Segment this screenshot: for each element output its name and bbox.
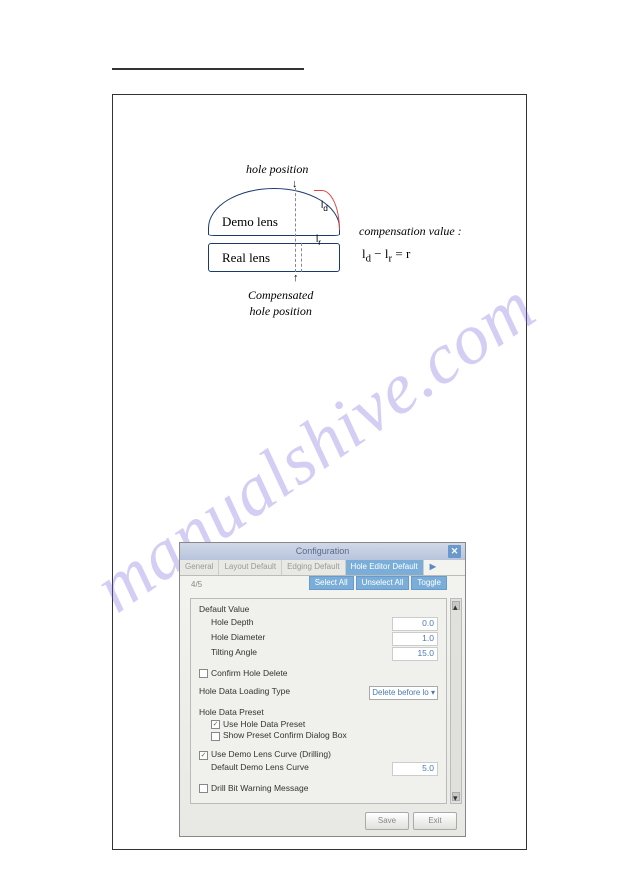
save-button[interactable]: Save bbox=[365, 812, 409, 830]
confirm-delete-label: Confirm Hole Delete bbox=[211, 668, 288, 678]
exit-button[interactable]: Exit bbox=[413, 812, 457, 830]
show-confirm-checkbox[interactable] bbox=[211, 732, 220, 741]
tilting-angle-input[interactable]: 15.0 bbox=[392, 647, 438, 661]
sub-button-row: Select All Unselect All Toggle bbox=[180, 576, 465, 590]
loading-type-label: Hole Data Loading Type bbox=[199, 686, 290, 699]
hole-position-label: hole position bbox=[246, 162, 308, 177]
page-indicator: 4/5 bbox=[191, 580, 202, 589]
tab-next-icon[interactable]: ▶ bbox=[424, 560, 442, 575]
dialog-content: Default Value Hole Depth 0.0 Hole Diamete… bbox=[190, 598, 447, 804]
tilting-angle-label: Tilting Angle bbox=[211, 647, 257, 661]
tab-layout-default[interactable]: Layout Default bbox=[219, 560, 282, 575]
compensated-position-label: Compensatedhole position bbox=[248, 288, 313, 319]
hole-depth-input[interactable]: 0.0 bbox=[392, 617, 438, 631]
loading-type-dropdown[interactable]: Delete before lo ▾ bbox=[369, 686, 438, 699]
use-demo-curve-checkbox[interactable]: ✓ bbox=[199, 751, 208, 760]
confirm-delete-checkbox[interactable] bbox=[199, 669, 208, 678]
unselect-all-button[interactable]: Unselect All bbox=[356, 576, 410, 590]
use-demo-curve-label: Use Demo Lens Curve (Drilling) bbox=[211, 749, 331, 759]
toggle-button[interactable]: Toggle bbox=[411, 576, 447, 590]
close-icon[interactable]: ✕ bbox=[448, 545, 461, 558]
dialog-titlebar: Configuration ✕ bbox=[180, 543, 465, 560]
drill-warning-label: Drill Bit Warning Message bbox=[211, 783, 308, 793]
header-underline bbox=[112, 68, 304, 70]
default-demo-curve-input[interactable]: 5.0 bbox=[392, 762, 438, 776]
use-preset-label: Use Hole Data Preset bbox=[223, 719, 305, 729]
hole-depth-label: Hole Depth bbox=[211, 617, 254, 631]
lr-label: lr bbox=[316, 234, 321, 247]
select-all-button[interactable]: Select All bbox=[309, 576, 354, 590]
compensated-position-line bbox=[301, 243, 302, 272]
scroll-up-icon[interactable]: ▴ bbox=[452, 601, 460, 610]
real-lens-label: Real lens bbox=[222, 250, 270, 266]
drill-warning-checkbox[interactable] bbox=[199, 784, 208, 793]
hole-diameter-label: Hole Diameter bbox=[211, 632, 265, 646]
tab-general[interactable]: General bbox=[180, 560, 219, 575]
default-value-heading: Default Value bbox=[199, 604, 438, 616]
tab-row: General Layout Default Edging Default Ho… bbox=[180, 560, 465, 576]
show-confirm-label: Show Preset Confirm Dialog Box bbox=[223, 730, 347, 740]
dialog-button-row: Save Exit bbox=[365, 812, 457, 830]
scrollbar[interactable]: ▴ ▾ bbox=[450, 598, 462, 804]
dialog-title-text: Configuration bbox=[296, 546, 350, 556]
arrow-up-icon: ↑ bbox=[293, 272, 299, 284]
demo-lens-label: Demo lens bbox=[222, 214, 278, 230]
use-preset-checkbox[interactable]: ✓ bbox=[211, 720, 220, 729]
compensation-formula: ld − lr = r bbox=[362, 246, 410, 265]
hole-position-line bbox=[295, 188, 296, 272]
default-demo-curve-label: Default Demo Lens Curve bbox=[211, 762, 309, 776]
tab-hole-editor-default[interactable]: Hole Editor Default bbox=[346, 560, 424, 575]
preset-heading: Hole Data Preset bbox=[199, 707, 438, 719]
ld-label: ld bbox=[321, 200, 328, 213]
compensation-value-label: compensation value : bbox=[359, 224, 462, 239]
configuration-dialog: Configuration ✕ General Layout Default E… bbox=[179, 542, 466, 837]
hole-diameter-input[interactable]: 1.0 bbox=[392, 632, 438, 646]
tab-edging-default[interactable]: Edging Default bbox=[282, 560, 345, 575]
scroll-down-icon[interactable]: ▾ bbox=[452, 792, 460, 801]
chevron-down-icon: ▾ bbox=[431, 688, 435, 697]
